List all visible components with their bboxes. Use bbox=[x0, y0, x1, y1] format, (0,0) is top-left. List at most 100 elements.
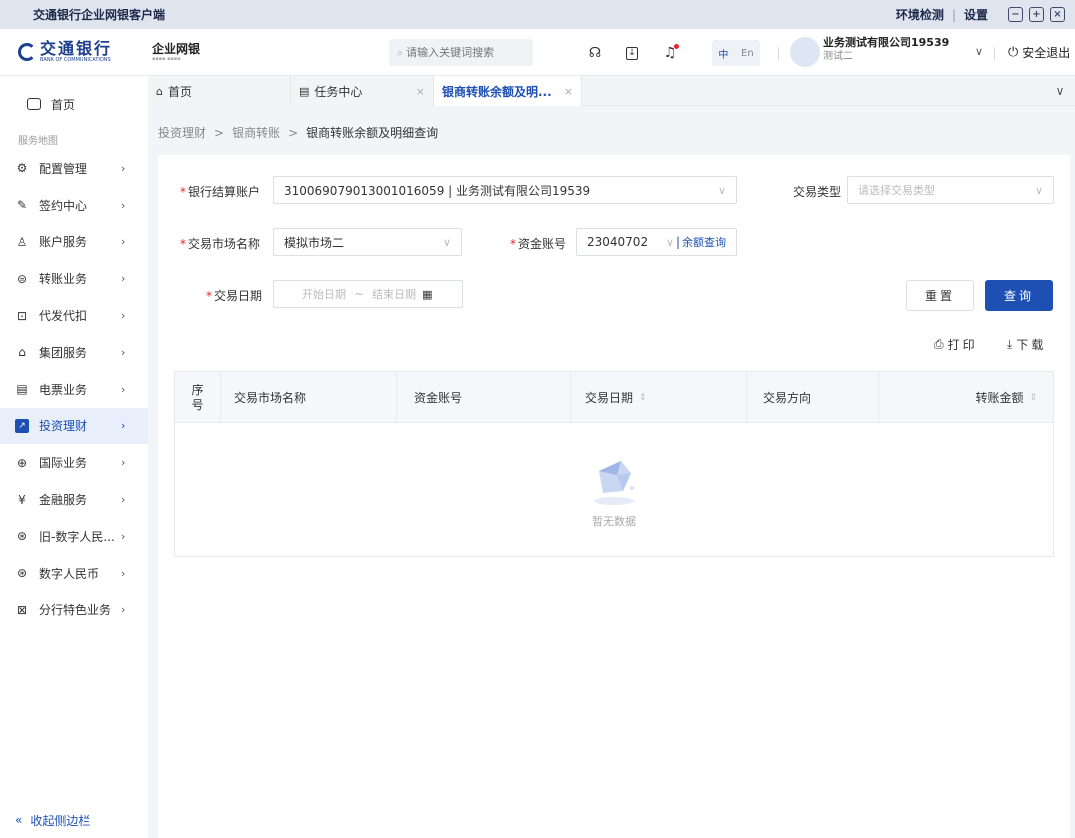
bank-logo[interactable]: 交通银行 BANK OF COMMUNICATIONS bbox=[18, 41, 148, 63]
env-check-link[interactable]: 环境检测 bbox=[896, 6, 944, 23]
company-name: 业务测试有限公司19539 bbox=[823, 36, 950, 49]
double-chevron-left-icon: « bbox=[15, 813, 23, 827]
breadcrumb-item[interactable]: 银商转账 bbox=[232, 126, 280, 140]
lang-en[interactable]: En bbox=[741, 48, 754, 59]
header-divider bbox=[778, 47, 779, 61]
sidebar-item-label: 签约中心 bbox=[39, 198, 88, 213]
print-button[interactable]: ⎙ 打印 bbox=[934, 336, 978, 353]
balance-query-link[interactable]: 余额查询 bbox=[682, 234, 726, 250]
chevron-right-icon: › bbox=[121, 345, 126, 359]
sort-icon[interactable]: ⇕ bbox=[639, 393, 647, 403]
trade-date-label: * 交易日期 bbox=[206, 289, 263, 303]
sidebar-item-branch[interactable]: ⊠ 分行特色业务 › bbox=[0, 592, 148, 629]
tab-task-center[interactable]: ▤ 任务中心 × bbox=[291, 76, 434, 106]
chevron-right-icon: › bbox=[121, 566, 126, 580]
avatar[interactable] bbox=[790, 37, 820, 67]
header-divider bbox=[994, 47, 995, 61]
breadcrumb-current: 银商转账余额及明细查询 bbox=[306, 126, 439, 140]
chevron-down-icon[interactable]: ∨ bbox=[975, 45, 983, 58]
chevron-right-icon: › bbox=[121, 456, 126, 470]
sidebar-item-home[interactable]: 首页 bbox=[0, 76, 148, 132]
maximize-icon[interactable]: + bbox=[1029, 7, 1044, 22]
print-label: 打印 bbox=[947, 338, 978, 352]
chevron-right-icon: › bbox=[121, 161, 126, 175]
ecny-icon: ⊛ bbox=[16, 529, 28, 544]
column-header-index: 序号 bbox=[175, 372, 221, 423]
market-select[interactable]: 模拟市场二 ∨ bbox=[273, 228, 462, 256]
sidebar-item-payroll[interactable]: ⊡ 代发代扣 › bbox=[0, 297, 148, 334]
sort-icon[interactable]: ⇕ bbox=[1029, 393, 1037, 403]
sidebar-item-label: 旧-数字人民... bbox=[39, 529, 115, 544]
sidebar-item-config[interactable]: ⚙ 配置管理 › bbox=[0, 150, 148, 187]
column-header-amount[interactable]: 转账金额 ⇕ bbox=[879, 372, 1053, 423]
sidebar-item-transfer[interactable]: ⊜ 转账业务 › bbox=[0, 260, 148, 297]
start-date-input[interactable]: 开始日期 bbox=[302, 286, 346, 302]
download-icon: ⤓ bbox=[1007, 337, 1013, 351]
document-icon: ▤ bbox=[299, 84, 310, 98]
tab-bank-securities-transfer[interactable]: 银商转账余额及明... × bbox=[434, 76, 582, 106]
headset-icon[interactable]: ☊ bbox=[586, 44, 604, 62]
minimize-icon[interactable]: − bbox=[1008, 7, 1023, 22]
invest-icon: ↗ bbox=[15, 418, 29, 433]
sidebar-item-label: 国际业务 bbox=[39, 456, 88, 471]
power-icon: ⏻ bbox=[1008, 45, 1019, 60]
reset-button[interactable]: 重置 bbox=[906, 280, 974, 311]
tab-label: 任务中心 bbox=[314, 84, 363, 99]
tab-home[interactable]: ⌂ 首页 bbox=[148, 76, 291, 106]
query-button[interactable]: 查询 bbox=[985, 280, 1053, 311]
sidebar-item-invest[interactable]: ↗ 投资理财 › bbox=[0, 407, 148, 445]
close-icon[interactable]: × bbox=[1050, 7, 1065, 22]
sidebar-item-signing[interactable]: ✎ 签约中心 › bbox=[0, 187, 148, 224]
sidebar-item-international[interactable]: ⊕ 国际业务 › bbox=[0, 444, 148, 481]
sidebar-item-label: 投资理财 bbox=[39, 419, 88, 434]
end-date-input[interactable]: 结束日期 bbox=[372, 286, 416, 302]
chevron-right-icon: › bbox=[121, 493, 126, 507]
yen-icon: ¥ bbox=[18, 492, 26, 507]
sidebar-item-label: 金融服务 bbox=[39, 493, 88, 508]
breadcrumb: 投资理财 > 银商转账 > 银商转账余额及明细查询 bbox=[158, 124, 438, 141]
logout-button[interactable]: ⏻ 安全退出 bbox=[1008, 44, 1070, 61]
sidebar-item-label: 配置管理 bbox=[39, 161, 88, 176]
breadcrumb-item[interactable]: 投资理财 bbox=[158, 126, 206, 140]
sidebar-item-ecny[interactable]: ⊛ 数字人民币 › bbox=[0, 555, 148, 592]
chevron-right-icon: › bbox=[121, 382, 126, 396]
chevron-right-icon: › bbox=[121, 198, 126, 212]
column-header-trade-date[interactable]: 交易日期 ⇕ bbox=[571, 372, 747, 423]
calendar-icon[interactable]: ▦ bbox=[422, 288, 432, 301]
chevron-down-icon: ∨ bbox=[717, 183, 726, 197]
search-input[interactable] bbox=[406, 46, 517, 59]
market-label: * 交易市场名称 bbox=[180, 237, 261, 251]
sidebar-item-group[interactable]: ⌂ 集团服务 › bbox=[0, 334, 148, 371]
search-box[interactable]: ⌕ bbox=[389, 39, 533, 66]
date-range-picker[interactable]: 开始日期 ~ 结束日期 ▦ bbox=[273, 280, 463, 308]
fund-account-value: 23040702 bbox=[587, 235, 649, 249]
tab-label: 银商转账余额及明... bbox=[442, 84, 552, 99]
account-select[interactable]: 310069079013001016059 | 业务测试有限公司19539 ∨ bbox=[273, 176, 737, 204]
chevron-down-icon[interactable]: ∨ bbox=[1045, 76, 1075, 105]
close-icon[interactable]: × bbox=[564, 85, 573, 98]
sidebar-item-account[interactable]: ♙ 账户服务 › bbox=[0, 224, 148, 261]
language-switch[interactable]: 中 En bbox=[712, 40, 760, 66]
settings-link[interactable]: 设置 bbox=[964, 6, 988, 23]
trade-type-placeholder: 请选择交易类型 bbox=[858, 184, 935, 197]
sidebar-item-label: 代发代扣 bbox=[39, 309, 88, 324]
bell-icon[interactable]: ♫ bbox=[661, 44, 679, 62]
download-button[interactable]: ⤓ 下载 bbox=[1007, 336, 1046, 353]
sidebar-item-finance[interactable]: ¥ 金融服务 › bbox=[0, 481, 148, 518]
collapse-sidebar-button[interactable]: « 收起侧边栏 bbox=[0, 808, 90, 832]
chevron-right-icon: › bbox=[121, 235, 126, 249]
required-mark: * bbox=[510, 237, 516, 251]
ecny-icon: ⊛ bbox=[16, 566, 28, 581]
column-header-fund-account: 资金账号 bbox=[397, 372, 571, 423]
trade-type-select[interactable]: 请选择交易类型 ∨ bbox=[847, 176, 1054, 204]
sidebar-item-label: 电票业务 bbox=[39, 382, 88, 397]
close-icon[interactable]: × bbox=[416, 85, 425, 98]
sidebar-item-label: 数字人民币 bbox=[39, 566, 100, 581]
fund-account-select[interactable]: 23040702 ∨ | 余额查询 bbox=[576, 228, 737, 256]
user-info[interactable]: 业务测试有限公司19539 测试二 bbox=[823, 36, 949, 63]
sidebar-item-ebill[interactable]: ▤ 电票业务 › bbox=[0, 371, 148, 408]
sidebar-item-old-ecny[interactable]: ⊛ 旧-数字人民... › bbox=[0, 518, 148, 555]
account-label: * 银行结算账户 bbox=[180, 185, 261, 199]
download-icon[interactable]: ↓ bbox=[623, 44, 641, 62]
lang-zh[interactable]: 中 bbox=[718, 46, 728, 61]
